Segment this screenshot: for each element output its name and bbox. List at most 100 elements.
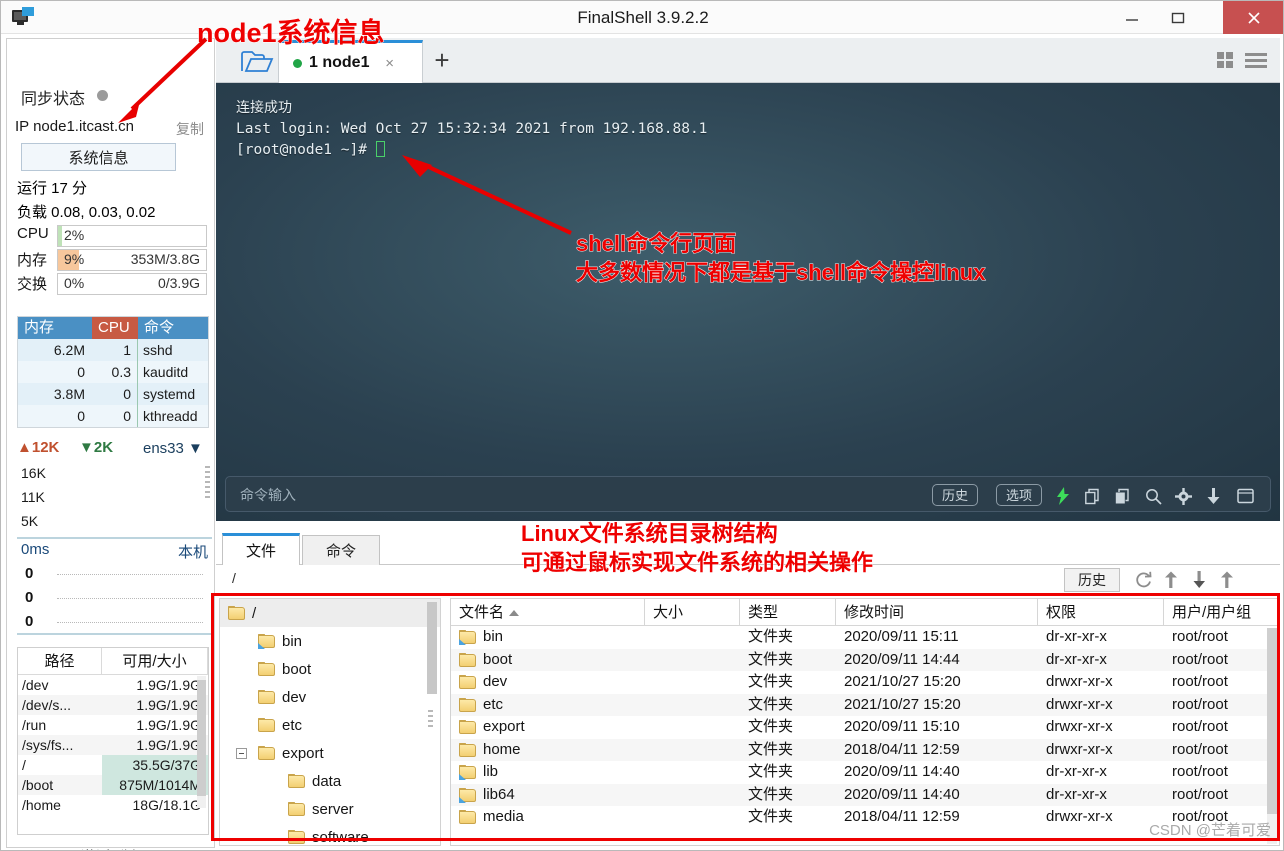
disk-col-path[interactable]: 路径 xyxy=(18,648,102,674)
meter-bar: 9% 353M/3.8G xyxy=(57,249,207,271)
disk-row[interactable]: /home 18G/18.1G xyxy=(18,795,208,815)
disk-row[interactable]: /sys/fs... 1.9G/1.9G xyxy=(18,735,208,755)
meter-value: 353M/3.8G xyxy=(130,251,200,267)
file-name: lib xyxy=(451,761,645,784)
file-list-scrollbar[interactable] xyxy=(1267,628,1277,844)
file-row[interactable]: lib64 文件夹 2020/09/11 14:40 dr-xr-xr-x root/r… xyxy=(451,783,1279,807)
network-interface-select[interactable]: ens33 ▼ xyxy=(143,440,203,457)
activate-upgrade-button[interactable]: 激活/升级 xyxy=(17,841,209,851)
column-filename[interactable]: 文件名 xyxy=(451,599,645,625)
disk-row[interactable]: /boot 875M/1014M xyxy=(18,775,208,795)
latency-local-label: 本机 xyxy=(177,544,208,561)
column-mtime[interactable]: 修改时间 xyxy=(836,599,1038,625)
file-mtime: 2018/04/11 12:59 xyxy=(844,808,960,825)
upload-arrow-icon[interactable] xyxy=(1160,569,1182,591)
column-owner[interactable]: 用户/用户组 xyxy=(1164,599,1279,625)
file-row[interactable]: boot 文件夹 2020/09/11 14:44 dr-xr-xr-x root/ro… xyxy=(451,648,1279,671)
command-input-bar[interactable]: 命令输入 历史 选项 xyxy=(225,476,1271,512)
file-type: 文件夹 xyxy=(748,808,794,825)
disk-size: 875M/1014M xyxy=(102,775,208,795)
file-permissions: dr-xr-xr-x xyxy=(1046,785,1107,803)
process-col-cmd[interactable]: 命令 xyxy=(138,317,208,339)
download-icon[interactable] xyxy=(1202,485,1224,507)
tree-scrollbar[interactable] xyxy=(427,602,437,694)
file-row[interactable]: home 文件夹 2018/04/11 12:59 drwxr-xr-x root/ro… xyxy=(451,738,1279,761)
file-row[interactable]: lib 文件夹 2020/09/11 14:40 dr-xr-xr-x root/roo… xyxy=(451,761,1279,784)
minimize-button[interactable] xyxy=(1109,1,1155,34)
copy-ip-button[interactable]: 复制 xyxy=(176,119,204,139)
tree-node-software[interactable]: software xyxy=(220,823,440,845)
network-y-label: 11K xyxy=(21,489,45,505)
process-col-cpu[interactable]: CPU xyxy=(92,317,138,339)
disk-col-size[interactable]: 可用/大小 xyxy=(102,648,208,674)
file-row[interactable]: etc 文件夹 2021/10/27 15:20 drwxr-xr-x root/roo… xyxy=(451,693,1279,716)
directory-tree[interactable]: / bin boot dev etc export data server software xyxy=(219,598,441,846)
file-name-label: lib64 xyxy=(483,785,515,803)
tab-commands[interactable]: 命令 xyxy=(302,535,380,565)
file-row[interactable]: dev 文件夹 2021/10/27 15:20 drwxr-xr-x root/roo… xyxy=(451,671,1279,694)
system-info-button[interactable]: 系统信息 xyxy=(21,143,176,171)
list-view-icon[interactable] xyxy=(1245,52,1267,74)
file-row[interactable]: export 文件夹 2020/09/11 15:10 drwxr-xr-x root/… xyxy=(451,716,1279,739)
disk-row[interactable]: /dev/s... 1.9G/1.9G xyxy=(18,695,208,715)
file-permissions: dr-xr-xr-x xyxy=(1046,628,1107,645)
load-average-label: 负载 0.08, 0.03, 0.02 xyxy=(17,204,156,221)
tab-files[interactable]: 文件 xyxy=(222,533,300,565)
new-tab-button[interactable]: + xyxy=(428,46,456,74)
duplicate-icon[interactable] xyxy=(1082,485,1104,507)
file-name-label: home xyxy=(483,740,521,758)
tree-node-dev[interactable]: dev xyxy=(220,683,440,711)
command-options-button[interactable]: 选项 xyxy=(995,484,1042,506)
tree-node-data[interactable]: data xyxy=(220,767,440,795)
upload-file-icon[interactable] xyxy=(1216,569,1238,591)
refresh-icon[interactable] xyxy=(1132,569,1154,591)
disk-row[interactable]: /dev 1.9G/1.9G xyxy=(18,675,208,695)
file-history-button[interactable]: 历史 xyxy=(1064,568,1120,592)
maximize-button[interactable] xyxy=(1155,1,1201,34)
process-row[interactable]: 6.2M 1 sshd xyxy=(18,339,208,361)
network-chart-scrollbar[interactable] xyxy=(204,463,211,535)
tab-close-icon[interactable]: × xyxy=(385,55,394,72)
file-row[interactable]: bin 文件夹 2020/09/11 15:11 dr-xr-xr-x root/roo… xyxy=(451,626,1279,649)
tree-node-root[interactable]: / xyxy=(220,599,440,627)
file-type: 文件夹 xyxy=(748,718,794,735)
tree-node-etc[interactable]: etc xyxy=(220,711,440,739)
download-arrow-icon[interactable] xyxy=(1188,569,1210,591)
network-y-label: 16K xyxy=(21,465,46,481)
current-path-label[interactable]: / xyxy=(232,570,236,586)
file-size xyxy=(645,784,740,807)
tree-collapse-toggle[interactable] xyxy=(236,748,247,759)
network-y-label: 5K xyxy=(21,513,39,529)
grid-view-icon[interactable] xyxy=(1217,52,1236,74)
command-history-button[interactable]: 历史 xyxy=(931,484,978,506)
command-input[interactable]: 命令输入 xyxy=(240,485,296,505)
disk-row[interactable]: /run 1.9G/1.9G xyxy=(18,715,208,735)
copy-icon[interactable] xyxy=(1112,485,1134,507)
file-list[interactable]: 文件名 大小 类型 修改时间 权限 用户/用户组 bin 文件夹 2020/09/1… xyxy=(450,598,1280,846)
search-icon[interactable] xyxy=(1142,485,1164,507)
process-row[interactable]: 0 0 kthreadd xyxy=(18,405,208,427)
terminal-console[interactable]: 连接成功 Last login: Wed Oct 27 15:32:34 202… xyxy=(216,83,1280,521)
column-permissions[interactable]: 权限 xyxy=(1038,599,1164,625)
gear-icon[interactable] xyxy=(1172,485,1194,507)
folder-link-icon xyxy=(459,765,476,781)
folder-icon xyxy=(258,690,275,704)
finalshell-window: FinalShell 3.9.2.2 同步状态 IP node1.itcast.… xyxy=(0,0,1284,851)
tree-node-label: boot xyxy=(282,660,312,678)
process-col-mem[interactable]: 内存 xyxy=(18,317,92,339)
process-row[interactable]: 3.8M 0 systemd xyxy=(18,383,208,405)
disk-row[interactable]: / 35.5G/37G xyxy=(18,755,208,775)
close-button[interactable] xyxy=(1223,1,1283,34)
tree-node-server[interactable]: server xyxy=(220,795,440,823)
lightning-icon[interactable] xyxy=(1052,485,1074,507)
tree-node-export[interactable]: export xyxy=(220,739,440,767)
latency-gridline xyxy=(57,622,203,623)
column-type[interactable]: 类型 xyxy=(740,599,836,625)
disk-table-scrollbar[interactable] xyxy=(197,676,206,808)
column-size[interactable]: 大小 xyxy=(645,599,740,625)
meter-percent: 9% xyxy=(64,251,85,267)
tree-node-boot[interactable]: boot xyxy=(220,655,440,683)
tree-node-bin[interactable]: bin xyxy=(220,627,440,655)
process-row[interactable]: 0 0.3 kauditd xyxy=(18,361,208,383)
window-icon[interactable] xyxy=(1234,485,1256,507)
